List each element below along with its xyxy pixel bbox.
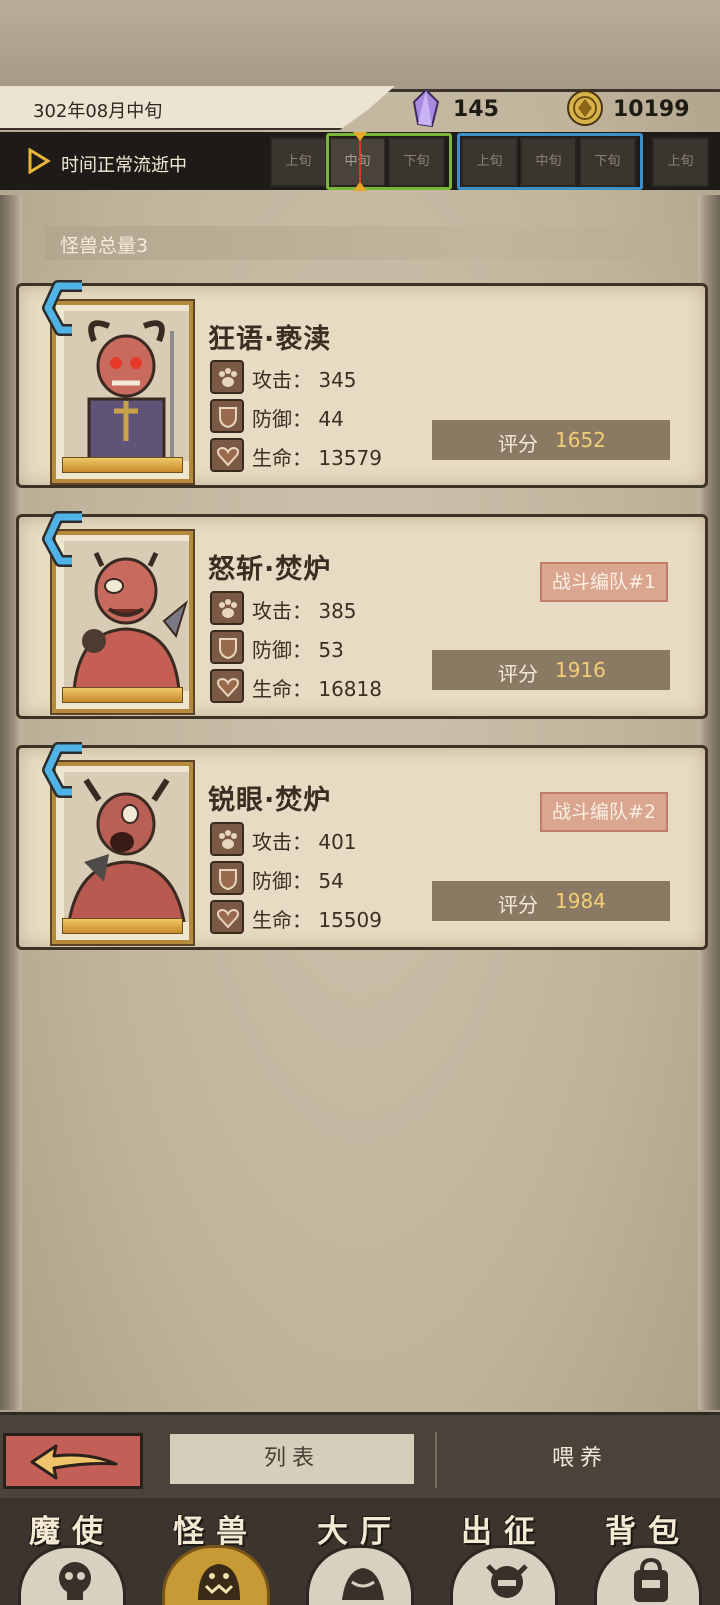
shield-icon — [210, 861, 244, 895]
score-label: 评分 — [498, 432, 538, 456]
nav-item-backpack[interactable]: 背包 — [576, 1498, 720, 1605]
monster-icon — [162, 1545, 270, 1605]
score-box — [432, 881, 670, 921]
nav-item-monster[interactable]: 怪兽 — [144, 1498, 288, 1605]
tab-list[interactable]: 列表 — [170, 1434, 414, 1484]
rank-hook-icon — [42, 511, 82, 567]
monster-name: 狂语·亵渎 — [208, 324, 332, 355]
rank-hook-icon — [42, 280, 82, 336]
score-label: 评分 — [498, 662, 538, 686]
skull-icon — [18, 1545, 126, 1605]
top-band — [0, 0, 720, 92]
crystal-count: 145 — [453, 97, 499, 122]
nav-item-expedition[interactable]: 出征 — [432, 1498, 576, 1605]
heart-icon — [210, 669, 244, 703]
timeline-month-group-next — [457, 133, 643, 190]
hall-icon — [306, 1545, 414, 1605]
timeline-slot[interactable]: 上旬 — [270, 137, 327, 187]
battle-icon — [450, 1545, 558, 1605]
monster-name: 锐眼·焚炉 — [208, 785, 332, 816]
score-label: 评分 — [498, 893, 538, 917]
defense-stat: 防御： 44 — [252, 407, 344, 431]
nav-item-mage[interactable]: 魔使 — [0, 1498, 144, 1605]
defense-stat: 防御： 54 — [252, 869, 344, 893]
hp-stat: 生命： 15509 — [252, 908, 382, 932]
paw-icon — [210, 360, 244, 394]
team-badge: 战斗编队#1 — [540, 562, 668, 602]
attack-stat: 攻击： 345 — [252, 368, 357, 392]
hp-bar — [62, 918, 183, 934]
hp-stat: 生命： 16818 — [252, 677, 382, 701]
current-date: 302年08月中旬 — [33, 101, 163, 122]
monster-name: 怒斩·焚炉 — [208, 554, 332, 585]
back-arrow-icon — [30, 1444, 118, 1480]
shield-icon — [210, 399, 244, 433]
heart-icon — [210, 900, 244, 934]
attack-stat: 攻击： 401 — [252, 830, 357, 854]
timeline-cursor — [359, 139, 361, 186]
heart-icon — [210, 438, 244, 472]
time-status: 时间正常流逝中 — [61, 155, 187, 176]
hp-bar — [62, 687, 183, 703]
defense-stat: 防御： 53 — [252, 638, 344, 662]
monster-total: 怪兽总量3 — [60, 235, 149, 257]
backpack-icon — [594, 1545, 702, 1605]
attack-stat: 攻击： 385 — [252, 599, 357, 623]
tab-feed[interactable]: 喂养 — [500, 1434, 660, 1484]
timeline-cursor-bottom — [353, 182, 367, 191]
paw-icon — [210, 591, 244, 625]
team-badge: 战斗编队#2 — [540, 792, 668, 832]
timeline-cursor-top — [353, 132, 367, 141]
hp-bar — [62, 457, 183, 473]
score-value: 1984 — [555, 889, 606, 913]
back-button[interactable] — [3, 1433, 143, 1489]
crystal-icon — [412, 88, 440, 128]
rank-hook-icon — [42, 742, 82, 798]
score-box — [432, 420, 670, 460]
score-value: 1652 — [555, 428, 606, 452]
paw-icon — [210, 822, 244, 856]
timeline-month-group-current — [326, 133, 452, 190]
coin-count: 10199 — [613, 97, 690, 122]
hp-stat: 生命： 13579 — [252, 446, 382, 470]
coin-icon — [567, 90, 603, 126]
tab-divider — [435, 1432, 437, 1488]
nav-item-hall[interactable]: 大厅 — [288, 1498, 432, 1605]
shield-icon — [210, 630, 244, 664]
timeline-slot[interactable]: 上旬 — [652, 137, 709, 187]
play-icon[interactable] — [27, 148, 51, 174]
score-box — [432, 650, 670, 690]
score-value: 1916 — [555, 658, 606, 682]
